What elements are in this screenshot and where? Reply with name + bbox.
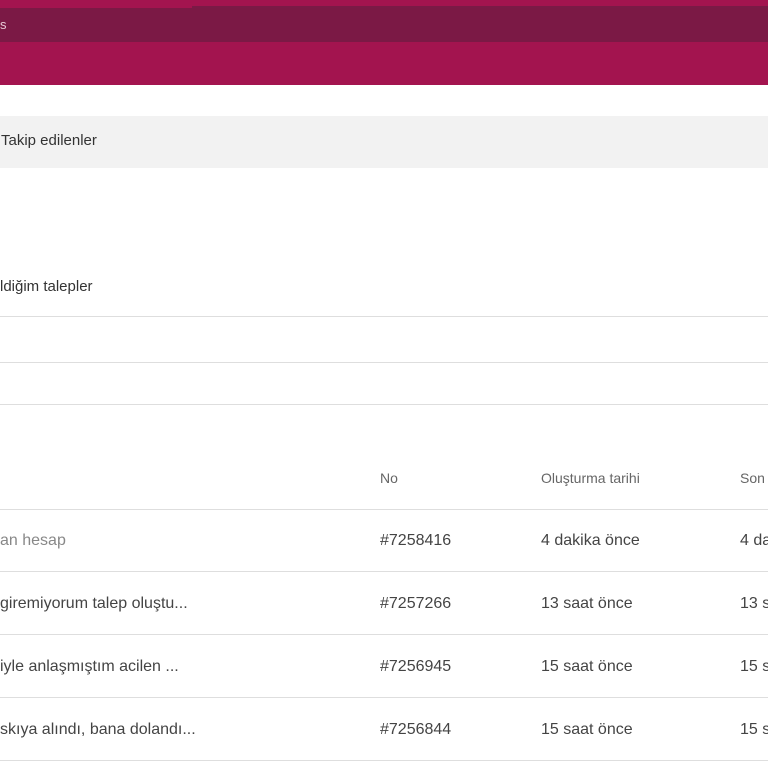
table-row[interactable]: an hesap #7258416 4 dakika önce 4 da — [0, 509, 768, 572]
sub-navigation-bar: s — [0, 8, 768, 42]
request-number: #7257266 — [380, 595, 452, 612]
sub-nav-link[interactable]: s — [0, 17, 7, 33]
column-header-no[interactable]: No — [380, 470, 398, 486]
table-row[interactable]: iyle anlaşmıştım acilen ... #7256945 15 … — [0, 635, 768, 698]
column-header-created[interactable]: Oluşturma tarihi — [541, 470, 640, 486]
top-brand-strip — [0, 0, 768, 8]
request-updated: 13 s — [740, 595, 768, 612]
followed-tab-bar: Takip edilenler — [0, 116, 768, 168]
request-subject-link[interactable]: skıya alındı, bana dolandı... — [0, 720, 196, 740]
request-number: #7256945 — [380, 658, 452, 675]
request-updated: 4 da — [740, 532, 768, 549]
section-title: ldiğim talepler — [0, 278, 93, 295]
table-row[interactable]: giremiyorum talep oluştu... #7257266 13 … — [0, 572, 768, 635]
brand-banner — [0, 42, 768, 85]
request-updated: 15 s — [740, 658, 768, 675]
tab-followed[interactable]: Takip edilenler — [1, 132, 97, 150]
request-subject-link[interactable]: giremiyorum talep oluştu... — [0, 594, 188, 614]
divider — [0, 404, 768, 405]
divider — [0, 316, 768, 317]
request-created: 13 saat önce — [541, 595, 633, 612]
request-subject-link[interactable]: iyle anlaşmıştım acilen ... — [0, 657, 179, 677]
table-row[interactable]: skıya alındı, bana dolandı... #7256844 1… — [0, 698, 768, 761]
request-created: 15 saat önce — [541, 721, 633, 738]
request-created: 4 dakika önce — [541, 532, 640, 549]
divider — [0, 362, 768, 363]
request-number: #7256844 — [380, 721, 452, 738]
request-created: 15 saat önce — [541, 658, 633, 675]
request-updated: 15 s — [740, 721, 768, 738]
row-divider — [0, 760, 768, 761]
request-number: #7258416 — [380, 532, 452, 549]
column-header-last-activity[interactable]: Son — [740, 470, 765, 486]
request-subject-link[interactable]: an hesap — [0, 531, 66, 551]
